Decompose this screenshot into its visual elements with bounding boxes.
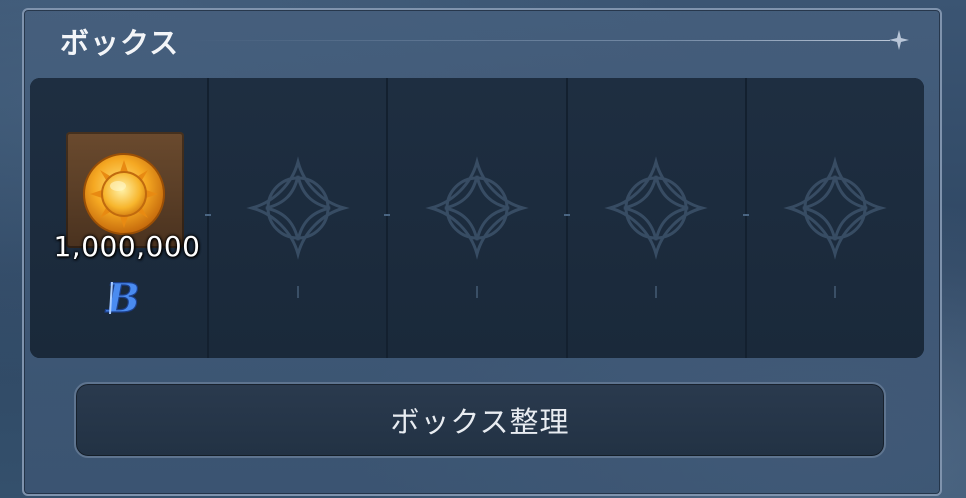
slot-divider-mark <box>563 214 570 216</box>
item-slot-4[interactable] <box>563 78 747 358</box>
item-slot-2[interactable] <box>205 78 389 358</box>
organize-box-button[interactable]: ボックス整理 <box>74 382 886 458</box>
bound-b-icon: B <box>104 274 140 320</box>
slot-tick <box>655 286 658 298</box>
slot-divider-mark <box>742 214 749 216</box>
slot-tick <box>476 286 478 298</box>
slot-tick <box>296 286 299 298</box>
slot-divider-mark <box>205 214 212 216</box>
item-slot-5[interactable] <box>742 78 924 358</box>
sparkle-icon <box>889 30 909 50</box>
empty-slot-emblem-icon <box>246 156 350 260</box>
item-quantity: 1,000,000 <box>53 230 201 263</box>
gold-sun-coin-icon <box>83 153 165 235</box>
slot-tick <box>834 286 837 298</box>
item-slot-1[interactable]: 1,000,000 B <box>30 78 210 358</box>
item-slot-3[interactable] <box>384 78 568 358</box>
item-slots: 1,000,000 B <box>30 78 924 358</box>
empty-slot-emblem-icon <box>783 156 888 260</box>
panel-title: ボックス <box>60 26 180 60</box>
empty-slot-emblem-icon <box>425 156 529 260</box>
title-divider <box>190 40 890 41</box>
slot-divider-mark <box>384 214 391 216</box>
empty-slot-emblem-icon <box>604 156 708 260</box>
